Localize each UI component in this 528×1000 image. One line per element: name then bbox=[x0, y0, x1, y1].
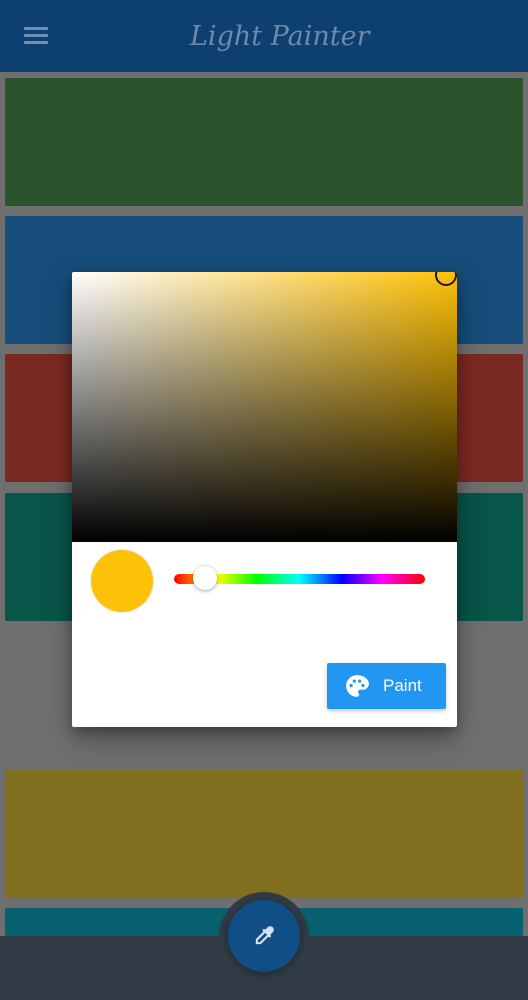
eyedropper-icon bbox=[255, 926, 274, 945]
color-swatch-olive[interactable] bbox=[5, 770, 523, 898]
hue-slider-thumb[interactable] bbox=[193, 566, 217, 590]
color-swatch-green[interactable] bbox=[5, 78, 523, 206]
color-picker-fab[interactable] bbox=[228, 900, 300, 972]
saturation-value-picker[interactable] bbox=[72, 272, 457, 542]
top-app-bar: Light Painter bbox=[0, 0, 528, 72]
color-picker-dialog: Paint bbox=[72, 272, 457, 727]
selected-color-preview bbox=[91, 550, 153, 612]
palette-icon bbox=[346, 675, 369, 697]
paint-button[interactable]: Paint bbox=[327, 663, 446, 709]
app-screen: Light Painter Paint bbox=[0, 0, 528, 1000]
app-title: Light Painter bbox=[190, 21, 370, 52]
menu-icon[interactable] bbox=[20, 22, 52, 50]
paint-button-label: Paint bbox=[383, 676, 422, 695]
